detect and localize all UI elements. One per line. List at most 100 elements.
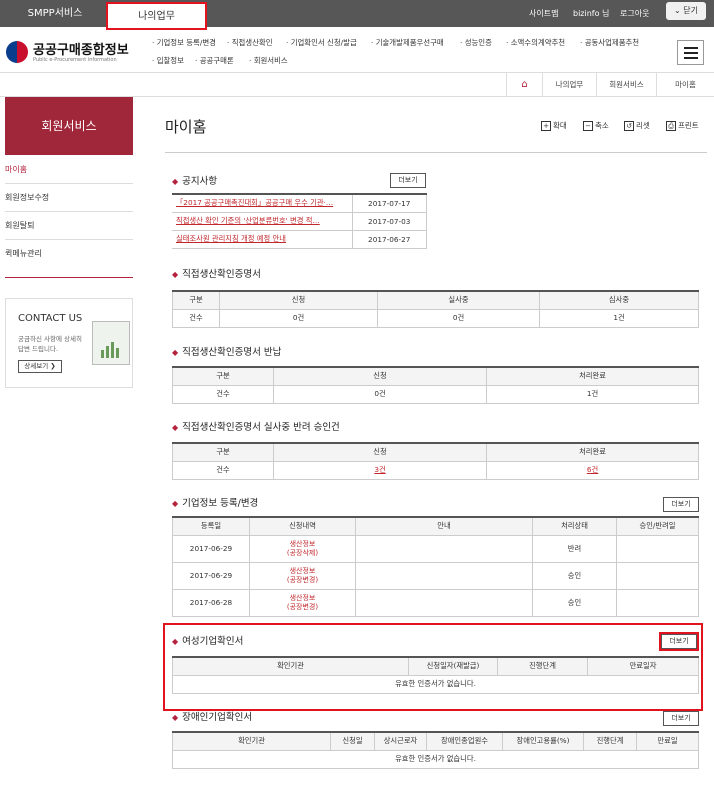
gnav-item[interactable]: · 공동사업제품추천 xyxy=(580,37,639,48)
disabled-more-button[interactable]: 더보기 xyxy=(663,711,699,726)
col-header: 등록일 xyxy=(172,516,250,536)
side-nav-item-withdraw[interactable]: 회원탈퇴 xyxy=(5,212,133,240)
reject-apply-link[interactable]: 3건 xyxy=(374,465,385,474)
contact-desc: 궁금하신 사항에 상세히 xyxy=(18,335,82,343)
cell: (공장변경) xyxy=(286,575,319,584)
top-bar: SMPP서비스 나의업무 사이트맵 bizinfo 님 로그아웃 ⌄ 닫기 xyxy=(0,0,714,30)
zoom-in-button[interactable]: + 확대 xyxy=(541,120,567,131)
cert-title: 직접생산확인증명서 xyxy=(172,266,261,280)
col-header: 신청 xyxy=(273,442,487,462)
col-header: 안내 xyxy=(355,516,533,536)
col-header: 승인/반려일 xyxy=(616,516,699,536)
side-nav-item-edit-info[interactable]: 회원정보수정 xyxy=(5,184,133,212)
col-header: 구분 xyxy=(172,290,220,310)
gnav-item[interactable]: · 입찰정보 xyxy=(152,55,184,66)
chevron-down-icon: ⌄ xyxy=(674,6,681,15)
col-header: 장애인고용률(%) xyxy=(502,731,584,751)
highlight-box xyxy=(659,632,699,651)
col-header: 신청 xyxy=(219,290,378,310)
cell: 승인 xyxy=(532,561,617,590)
col-header: 구분 xyxy=(172,442,274,462)
cell: 생산정보 xyxy=(289,593,316,602)
reject-table: 구분 신청 처리완료 건수 3건 6건 xyxy=(172,442,699,480)
notice-table: 「2017 공공구매촉진대회」공공구매 우수 기관·… 2017-07-17 직접… xyxy=(172,193,427,249)
page-title: 마이홈 xyxy=(165,118,207,136)
home-icon[interactable]: ⌂ xyxy=(506,73,542,97)
contact-detail-button[interactable]: 상세보기 ❯ xyxy=(18,360,62,373)
cell: 0건 xyxy=(377,308,540,328)
print-button[interactable]: ⎙ 프린트 xyxy=(666,120,699,131)
cell: 생산정보 xyxy=(289,539,316,548)
close-label: 닫기 xyxy=(683,6,698,15)
cell: 2017-06-28 xyxy=(172,588,250,617)
cell: 승인 xyxy=(532,588,617,617)
reject-done-link[interactable]: 6건 xyxy=(587,465,598,474)
col-header: 진행단계 xyxy=(583,731,637,751)
notice-link[interactable]: 직접생산 확인 기준의 '산업분류번호' 변경 적… xyxy=(176,216,320,225)
plus-icon: + xyxy=(541,121,551,131)
print-icon: ⎙ xyxy=(666,121,676,131)
col-header: 확인기관 xyxy=(172,731,331,751)
logo-subtitle: Public e-Procurement information xyxy=(33,57,117,63)
notice-date: 2017-07-03 xyxy=(351,211,427,231)
company-title: 기업정보 등록/변경 xyxy=(172,495,258,509)
user-name: bizinfo 님 xyxy=(573,9,610,18)
col-header: 처리완료 xyxy=(486,442,699,462)
gnav-item[interactable]: · 기업정보 등록/변경 xyxy=(152,37,216,48)
cell: 0건 xyxy=(219,308,378,328)
side-banner: 회원서비스 xyxy=(5,97,133,155)
title-divider xyxy=(165,152,707,153)
col-header: 신청 xyxy=(273,366,487,386)
breadcrumb-item[interactable]: 마이홈 xyxy=(656,73,714,97)
side-nav-item-quickmenu[interactable]: 퀵메뉴관리 xyxy=(5,240,133,278)
site-logo[interactable]: 공공구매종합정보 Public e-Procurement informatio… xyxy=(6,38,156,68)
col-header: 신청내역 xyxy=(249,516,356,536)
breadcrumb-item[interactable]: 회원서비스 xyxy=(596,73,656,97)
gnav-item[interactable]: · 기업확인서 신청/발급 xyxy=(286,37,357,48)
zoom-out-button[interactable]: − 축소 xyxy=(583,120,609,131)
cell: 0건 xyxy=(273,384,487,404)
logo-title: 공공구매종합정보 xyxy=(33,43,129,58)
reject-title: 직접생산확인증명서 실사중 반려 승인건 xyxy=(172,419,340,433)
sitemap-link[interactable]: 사이트맵 xyxy=(529,0,558,27)
col-header: 처리상태 xyxy=(532,516,617,536)
gnav-item[interactable]: · 직접생산확인 xyxy=(227,37,273,48)
notice-link[interactable]: 실태조사원 관리지침 개정 예정 안내 xyxy=(176,234,286,243)
gnav-item[interactable]: · 기술개발제품우선구매 xyxy=(371,37,444,48)
breadcrumb: ⌂ 나의업무 회원서비스 마이홈 xyxy=(0,72,714,97)
gnav-item[interactable]: · 공공구매론 xyxy=(195,55,234,66)
side-nav-item-myhome[interactable]: 마이홈 xyxy=(5,156,133,184)
col-header: 구분 xyxy=(172,366,274,386)
cell: 건수 xyxy=(172,460,274,480)
tab-smpp[interactable]: SMPP서비스 xyxy=(0,0,110,27)
notice-title: 공지사항 xyxy=(172,173,217,187)
minus-icon: − xyxy=(583,121,593,131)
return-title: 직접생산확인증명서 반납 xyxy=(172,344,281,358)
menu-icon-bar xyxy=(684,47,698,49)
menu-icon-bar xyxy=(684,52,698,54)
cell: 2017-06-29 xyxy=(172,561,250,590)
gnav-item[interactable]: · 소액수의계약추천 xyxy=(506,37,565,48)
company-table: 등록일 신청내역 안내 처리상태 승인/반려일 2017-06-29 생산정보 (공장삭제)… xyxy=(172,516,699,617)
cert-table: 구분 신청 실사중 심사중 건수 0건 0건 1건 xyxy=(172,290,699,328)
disabled-title: 장애인기업확인서 xyxy=(172,709,252,723)
cell: (공장변경) xyxy=(286,602,319,611)
gnav-item[interactable]: · 성능인증 xyxy=(460,37,492,48)
col-header: 신청일 xyxy=(330,731,375,751)
gnav-item[interactable]: · 회원서비스 xyxy=(249,55,288,66)
notice-link[interactable]: 「2017 공공구매촉진대회」공공구매 우수 기관·… xyxy=(176,198,333,207)
reset-button[interactable]: ↺ 리셋 xyxy=(624,120,650,131)
cell: 건수 xyxy=(172,384,274,404)
notice-more-button[interactable]: 더보기 xyxy=(390,173,426,188)
hamburger-menu-button[interactable] xyxy=(677,40,704,65)
breadcrumb-item[interactable]: 나의업무 xyxy=(542,73,596,97)
logout-link[interactable]: 로그아웃 xyxy=(620,0,649,27)
cell: 1건 xyxy=(486,384,699,404)
close-button[interactable]: ⌄ 닫기 xyxy=(666,2,706,20)
company-more-button[interactable]: 더보기 xyxy=(663,497,699,512)
col-header: 만료일 xyxy=(636,731,699,751)
return-table: 구분 신청 처리완료 건수 0건 1건 xyxy=(172,366,699,404)
tab-my-work[interactable]: 나의업무 xyxy=(106,2,207,30)
contact-desc: 답변 드립니다. xyxy=(18,345,59,353)
highlight-box xyxy=(163,623,703,711)
